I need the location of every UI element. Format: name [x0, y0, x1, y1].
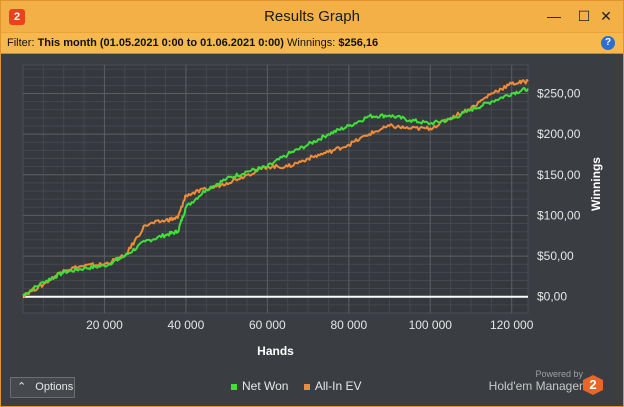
branding: Powered by Hold'em Manager: [489, 369, 583, 393]
chart-area: 20 000 40 000 60 000 80 000 100 000 120 000 $0…: [1, 53, 623, 373]
y-tick-label: $100,00: [537, 208, 581, 222]
plot-background: [22, 64, 529, 314]
net-won-swatch: [231, 383, 237, 390]
brand-name: Hold'em Manager: [488, 379, 583, 393]
powered-by-label: Powered by: [535, 369, 583, 379]
legend-all-in-ev[interactable]: All-In EV: [315, 379, 362, 393]
y-tick-label: $0,00: [537, 290, 567, 304]
x-tick-label: 40 000: [168, 318, 205, 332]
title-bar[interactable]: 2 Results Graph — ☐ ✕: [1, 1, 623, 32]
window-title: Results Graph: [264, 8, 360, 25]
help-icon[interactable]: ?: [601, 36, 615, 50]
filter-bar: Filter: This month (01.05.2021 0:00 to 0…: [1, 32, 623, 54]
chevron-up-icon: ⌃: [17, 381, 27, 393]
x-tick-label: 20 000: [86, 318, 123, 332]
filter-label: Filter:: [7, 37, 35, 49]
legend-net-won[interactable]: Net Won: [242, 379, 288, 393]
winnings-label: Winnings:: [287, 37, 336, 49]
results-graph-window: 2 Results Graph — ☐ ✕ Filter: This month…: [0, 0, 624, 407]
hem-logo-icon: 2: [583, 375, 603, 395]
close-button[interactable]: ✕: [589, 1, 623, 32]
options-label: Options: [35, 381, 74, 393]
all-in-ev-swatch: [303, 383, 310, 390]
y-tick-label: $50,00: [537, 249, 574, 263]
y-tick-label: $150,00: [537, 168, 581, 182]
y-axis-label: Winnings: [589, 157, 603, 211]
options-button[interactable]: ⌃ Options: [10, 377, 75, 398]
filter-value[interactable]: This month (01.05.2021 0:00 to 01.06.202…: [38, 37, 284, 49]
x-tick-label: 60 000: [249, 318, 286, 332]
x-axis-label: Hands: [257, 344, 294, 358]
winnings-value: $256,16: [338, 37, 379, 49]
results-chart: 20 000 40 000 60 000 80 000 100 000 120 000$0…: [22, 64, 603, 358]
chart-legend: Net Won All-In EV: [231, 379, 362, 393]
x-tick-label: 100 000: [409, 318, 453, 332]
y-tick-label: $250,00: [537, 86, 581, 100]
y-tick-label: $200,00: [537, 127, 581, 141]
x-tick-label: 120 000: [490, 318, 534, 332]
x-tick-label: 80 000: [330, 318, 367, 332]
